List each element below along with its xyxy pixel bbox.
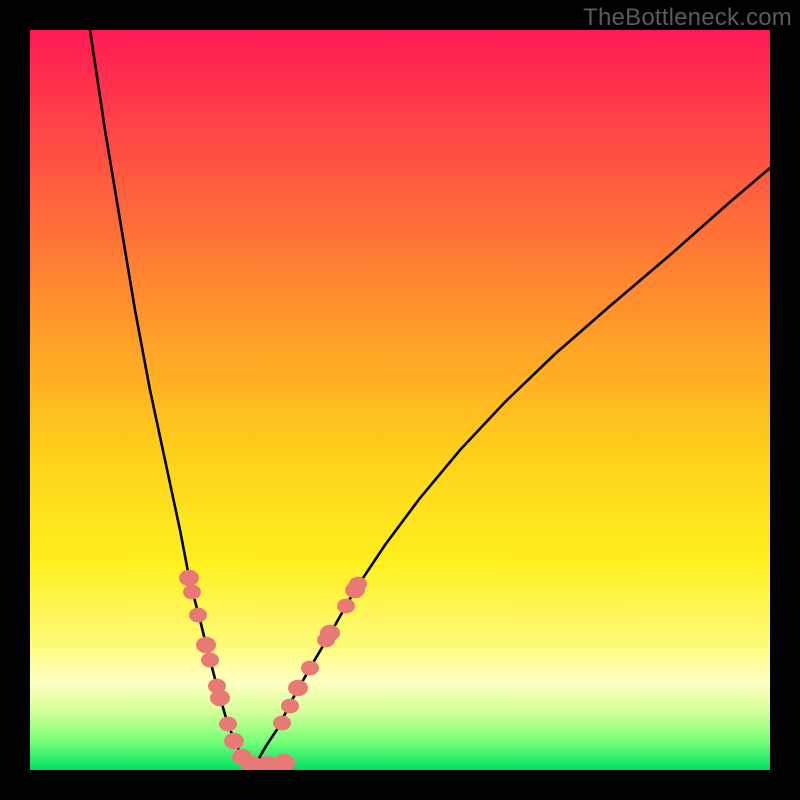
bead-marker: [210, 690, 230, 706]
bead-marker: [183, 585, 201, 600]
bead-marker: [281, 699, 299, 714]
bead-marker: [349, 577, 367, 592]
bead-marker: [189, 608, 207, 623]
bead-marker: [337, 599, 355, 614]
bottleneck-curve: [90, 30, 770, 766]
bead-marker: [273, 716, 291, 731]
bead-marker: [201, 653, 219, 668]
bead-marker: [219, 717, 237, 732]
bead-marker: [320, 625, 340, 641]
bead-marker: [288, 680, 308, 696]
bead-marker: [179, 570, 199, 586]
bead-marker: [224, 733, 244, 749]
curve-svg: [30, 30, 770, 770]
bead-marker: [196, 637, 216, 653]
bead-marker: [301, 661, 319, 676]
chart-container: TheBottleneck.com: [0, 0, 800, 800]
beads-group: [179, 570, 367, 770]
plot-frame: [30, 30, 770, 770]
watermark-text: TheBottleneck.com: [583, 4, 792, 32]
bead-marker: [273, 754, 295, 770]
